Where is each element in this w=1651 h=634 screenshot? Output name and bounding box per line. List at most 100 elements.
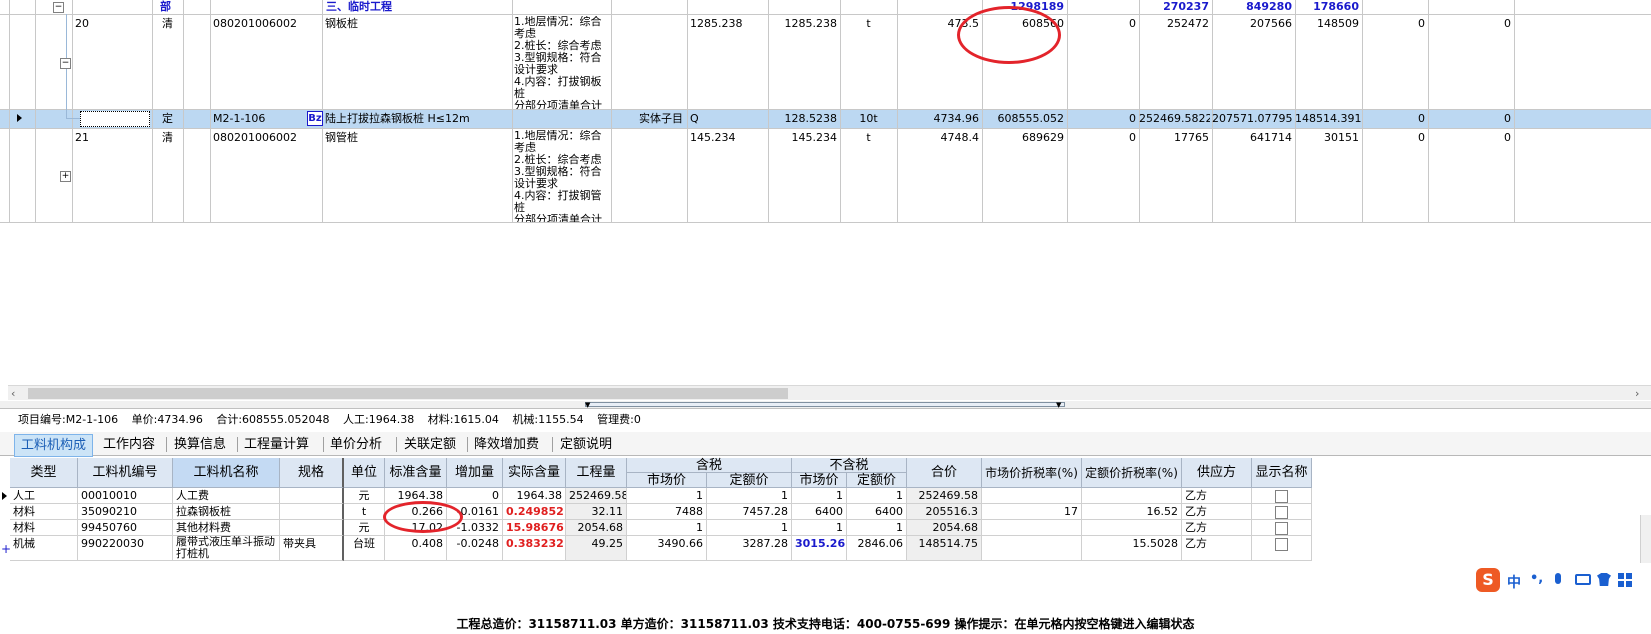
cell-q1[interactable]: 1 xyxy=(707,488,792,504)
col-header-code[interactable]: 工料机编号 xyxy=(78,458,173,488)
cell-actual[interactable]: 15.98676 xyxy=(503,520,566,536)
cell-add[interactable]: -0.0248 xyxy=(447,536,503,561)
punctuation-icon[interactable]: •, xyxy=(1530,571,1543,586)
col-header-type[interactable]: 类型 xyxy=(10,458,78,488)
row-feature[interactable]: 1.地层情况：综合考虑 2.桩长：综合考虑 3.型钢规格：符合设计要求 4.内容… xyxy=(514,130,610,222)
splitter-down-icon[interactable]: ▼ xyxy=(585,402,590,409)
row-code[interactable]: M2-1-106 xyxy=(213,112,265,125)
scroll-right-icon[interactable]: › xyxy=(1635,387,1639,400)
cell-sum[interactable]: 252469.58 xyxy=(907,488,982,504)
ime-lang-toggle[interactable]: 中 xyxy=(1507,572,1521,592)
resource-grid[interactable]: 类型 工料机编号 工料机名称 规格 单位 标准含量 增加量 实际含量 工程量 含… xyxy=(1,458,1312,566)
tab-conversion[interactable]: 换算信息 xyxy=(168,434,232,455)
cell-m1[interactable]: 1 xyxy=(627,488,707,504)
tab-composition[interactable]: 工料机构成 xyxy=(14,434,94,457)
col-header-quota[interactable]: 定额价 xyxy=(707,473,792,488)
cell-m1[interactable]: 3490.66 xyxy=(627,536,707,561)
cell-supplier[interactable]: 乙方 xyxy=(1182,488,1252,504)
skin-shirt-icon[interactable] xyxy=(1597,573,1611,586)
col-header-name[interactable]: 工料机名称 xyxy=(173,458,280,488)
splitter-down-icon[interactable]: ▼ xyxy=(1056,402,1061,409)
row-code[interactable]: 080201006002 xyxy=(213,131,297,144)
cell-unit[interactable]: 元 xyxy=(344,520,385,536)
cell-actual[interactable]: 0.249852 xyxy=(503,504,566,520)
cell-qrate[interactable] xyxy=(1082,488,1182,504)
row-seq-edit[interactable] xyxy=(80,111,150,127)
cell-qty[interactable]: 49.25 xyxy=(566,536,627,561)
cell-q1[interactable]: 7457.28 xyxy=(707,504,792,520)
cell-name[interactable]: 其他材料费 xyxy=(173,520,280,536)
collapse-toggle[interactable]: − xyxy=(60,58,71,69)
grid-menu-icon[interactable] xyxy=(1618,573,1632,587)
sogou-logo-icon[interactable]: S xyxy=(1476,568,1500,592)
cell-q2[interactable]: 6400 xyxy=(847,504,907,520)
cell-supplier[interactable]: 乙方 xyxy=(1182,520,1252,536)
cell-sum[interactable]: 205516.3 xyxy=(907,504,982,520)
panel-splitter[interactable]: ▼ ▼ xyxy=(0,401,1651,409)
cell-qrate[interactable] xyxy=(1082,520,1182,536)
row-feature[interactable]: 1.地层情况：综合考虑 2.桩长：综合考虑 3.型钢规格：符合设计要求 4.内容… xyxy=(514,16,610,109)
col-header-quota-rate[interactable]: 定额价折税率(%) xyxy=(1082,458,1182,488)
col-header-market-rate[interactable]: 市场价折税率(%) xyxy=(982,458,1082,488)
ime-toolbar[interactable]: S 中 •, xyxy=(1472,565,1651,597)
tab-unit-analysis[interactable]: 单价分析 xyxy=(324,434,388,455)
col-header-actual[interactable]: 实际含量 xyxy=(503,458,566,488)
col-header-unit[interactable]: 单位 xyxy=(344,458,385,488)
cell-std[interactable]: 0.408 xyxy=(385,536,447,561)
cell-q1[interactable]: 3287.28 xyxy=(707,536,792,561)
cell-spec[interactable] xyxy=(280,504,344,520)
scroll-thumb[interactable] xyxy=(28,388,788,399)
cell-code[interactable]: 990220030 xyxy=(78,536,173,561)
cell-mrate[interactable] xyxy=(982,520,1082,536)
cell-spec[interactable]: 带夹具 xyxy=(280,536,344,561)
cell-type[interactable]: 人工 xyxy=(10,488,78,504)
cell-qty[interactable]: 32.11 xyxy=(566,504,627,520)
row-qty-expr[interactable]: Q xyxy=(690,112,699,125)
show-name-checkbox[interactable] xyxy=(1252,536,1312,561)
keyboard-icon[interactable] xyxy=(1575,574,1591,585)
cell-qty[interactable]: 252469.58 xyxy=(566,488,627,504)
cell-mrate[interactable] xyxy=(982,536,1082,561)
show-name-checkbox[interactable] xyxy=(1252,504,1312,520)
cell-spec[interactable] xyxy=(280,488,344,504)
tab-efficiency-fee[interactable]: 降效增加费 xyxy=(468,434,545,455)
cell-m1[interactable]: 1 xyxy=(627,520,707,536)
vertical-scrollbar[interactable] xyxy=(1640,515,1651,563)
cell-sum[interactable]: 148514.75 xyxy=(907,536,982,561)
cell-sum[interactable]: 2054.68 xyxy=(907,520,982,536)
cell-code[interactable]: 35090210 xyxy=(78,504,173,520)
cell-code[interactable]: 99450760 xyxy=(78,520,173,536)
cell-supplier[interactable]: 乙方 xyxy=(1182,504,1252,520)
show-name-checkbox[interactable] xyxy=(1252,488,1312,504)
cell-spec[interactable] xyxy=(280,520,344,536)
row-name[interactable]: 钢管桩 xyxy=(325,131,358,144)
cell-m2[interactable]: 1 xyxy=(792,488,847,504)
tab-quantity-calc[interactable]: 工程量计算 xyxy=(238,434,315,455)
cell-actual[interactable]: 1964.38 xyxy=(503,488,566,504)
col-header-supplier[interactable]: 供应方 xyxy=(1182,458,1252,488)
bz-badge-icon[interactable]: Bz xyxy=(307,111,323,126)
tab-work-content[interactable]: 工作内容 xyxy=(97,434,161,455)
col-header-add[interactable]: 增加量 xyxy=(447,458,503,488)
cell-name[interactable]: 人工费 xyxy=(173,488,280,504)
col-header-market[interactable]: 市场价 xyxy=(792,473,847,488)
scroll-left-icon[interactable]: ‹ xyxy=(11,387,15,400)
cell-qty[interactable]: 2054.68 xyxy=(566,520,627,536)
expand-toggle[interactable]: + xyxy=(60,171,71,182)
row-qty-expr[interactable]: 1285.238 xyxy=(690,17,743,30)
cell-m2[interactable]: 3015.26 xyxy=(792,536,847,561)
cell-unit[interactable]: 台班 xyxy=(344,536,385,561)
cell-q1[interactable]: 1 xyxy=(707,520,792,536)
cell-add[interactable]: 0 xyxy=(447,488,503,504)
cell-code[interactable]: 00010010 xyxy=(78,488,173,504)
cell-m2[interactable]: 6400 xyxy=(792,504,847,520)
cell-mrate[interactable] xyxy=(982,488,1082,504)
cell-name[interactable]: 履带式液压单斗振动打桩机 xyxy=(173,536,280,561)
collapse-toggle[interactable]: − xyxy=(53,2,64,13)
cell-m1[interactable]: 7488 xyxy=(627,504,707,520)
cell-type[interactable]: 材料 xyxy=(10,520,78,536)
row-name[interactable]: 钢板桩 xyxy=(325,17,358,30)
show-name-checkbox[interactable] xyxy=(1252,520,1312,536)
cell-mrate[interactable]: 17 xyxy=(982,504,1082,520)
cell-q2[interactable]: 1 xyxy=(847,520,907,536)
